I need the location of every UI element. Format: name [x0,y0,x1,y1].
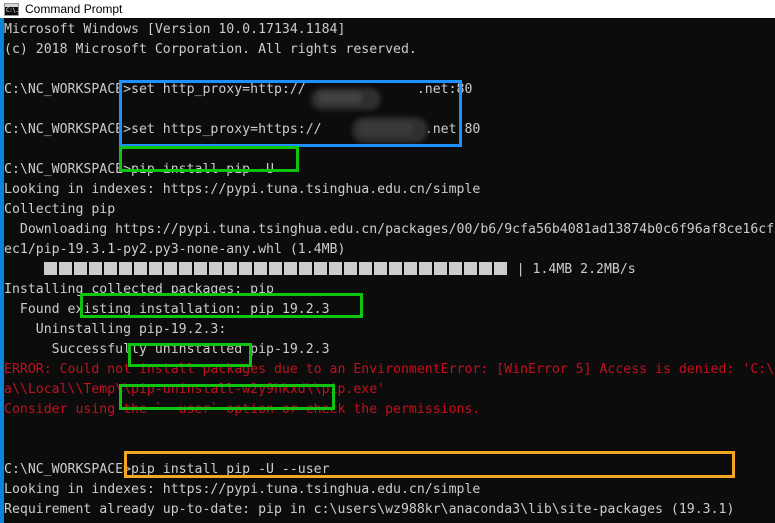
terminal-line: Uninstalling pip-19.2.3: [4,322,227,337]
command-prompt-icon-glyph: C:\. [6,6,19,14]
window-title: Command Prompt [25,2,123,16]
terminal-output: Microsoft Windows [Version 10.0.17134.11… [4,20,775,523]
terminal-line: C:\NC_WORKSPACE>pip install pip -U [4,162,274,177]
terminal-line: Consider using the `--user` option or ch… [4,402,481,417]
terminal-line: C:\NC_WORKSPACE>pip install pip -U --use… [4,462,330,477]
terminal-line: (c) 2018 Microsoft Corporation. All righ… [4,42,417,57]
command-prompt-icon: C:\. [4,2,19,16]
terminal-line: a\\Local\\Temp\\pip-uninstall-w2y9hkxd\\… [4,382,386,397]
terminal-line: Installing collected packages: pip [4,282,274,297]
terminal-line: Requirement already up-to-date: pip in c… [4,502,735,517]
terminal-line: | 1.4MB 2.2MB/s [4,260,775,280]
terminal-line: ERROR: Could not install packages due to… [4,362,775,377]
terminal-line: C:\NC_WORKSPACE>set http_proxy=http:// .… [4,82,473,97]
download-progress-stats: | 1.4MB 2.2MB/s [508,262,636,277]
terminal-line: Collecting pip [4,202,116,217]
https-proxy-host-redaction-core [359,122,413,135]
progress-prefix [4,262,44,277]
terminal-line: Downloading https://pypi.tuna.tsinghua.e… [4,222,775,237]
terminal-line: Found existing installation: pip 19.2.3 [4,302,330,317]
download-progress-bar [43,262,509,275]
terminal-line: Successfully uninstalled pip-19.2.3 [4,342,330,357]
terminal-line: Looking in indexes: https://pypi.tuna.ts… [4,482,481,497]
titlebar[interactable]: C:\. Command Prompt [0,0,775,18]
terminal-line: Looking in indexes: https://pypi.tuna.ts… [4,182,481,197]
terminal-line: Microsoft Windows [Version 10.0.17134.11… [4,22,346,37]
console-surface[interactable]: Microsoft Windows [Version 10.0.17134.11… [0,18,775,523]
command-prompt-window[interactable]: C:\. Command Prompt Microsoft Windows [V… [0,0,775,523]
terminal-line: ec1/pip-19.3.1-py2.py3-none-any.whl (1.4… [4,242,346,257]
http-proxy-host-redaction-core [318,92,362,104]
